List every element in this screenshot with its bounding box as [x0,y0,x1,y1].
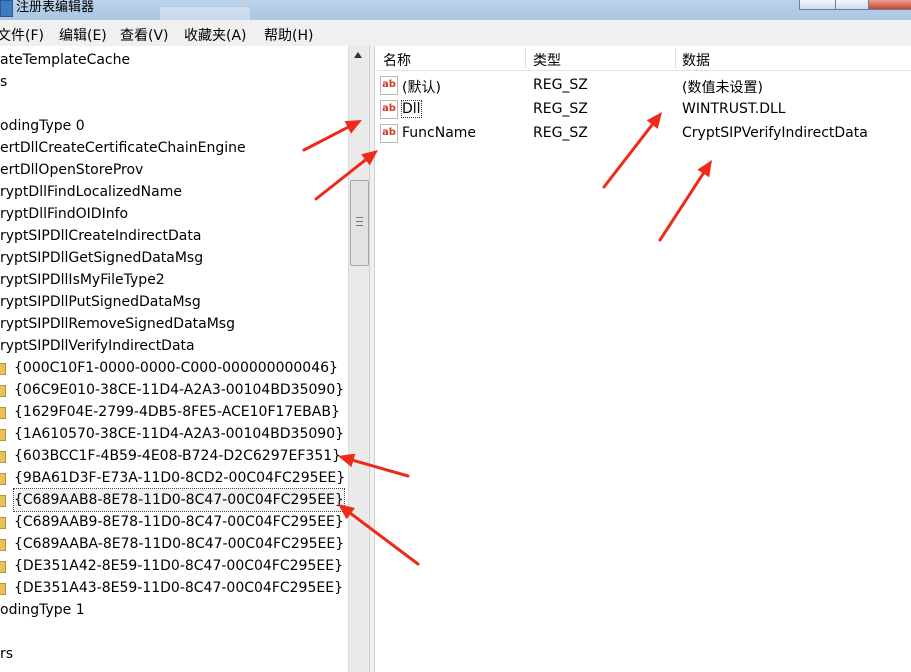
menu-edit[interactable]: 编辑(E) [59,25,107,45]
tree-item[interactable]: ertDllOpenStoreProv [0,159,143,181]
tree-item-label: {1629F04E-2799-4DB5-8FE5-ACE10F17EBAB} [14,404,340,420]
menu-favorites[interactable]: 收藏夹(A) [184,25,247,45]
folder-icon [0,539,6,551]
scrollbar-thumb[interactable] [350,180,369,266]
value-data: (数值未设置) [682,80,763,96]
close-button[interactable] [868,0,911,10]
value-name: FuncName [402,125,477,141]
tree-item[interactable]: ryptDllFindLocalizedName [0,181,182,203]
folder-icon [0,495,6,507]
tree-item-label: rs [0,646,14,662]
tree-item-label: odingType 0 [0,118,85,134]
tree-item-label: ryptSIPDllIsMyFileType2 [0,272,165,288]
tree-item[interactable]: ryptDllFindOIDInfo [0,203,128,225]
value-data: CryptSIPVerifyIndirectData [682,125,868,141]
maximize-button[interactable] [835,0,869,10]
tree-item-label: s [0,74,8,90]
tree-item[interactable]: ertDllCreateCertificateChainEngine [0,137,246,159]
tree-item[interactable]: ateTemplateCache [0,49,130,71]
tree-item[interactable]: ryptSIPDllGetSignedDataMsg [0,247,203,269]
tree-item-label: {603BCC1F-4B59-4E08-B724-D2C6297EF351} [14,448,342,464]
tree-item[interactable]: ryptSIPDllRemoveSignedDataMsg [0,313,235,335]
tree-vertical-scrollbar[interactable] [348,46,369,672]
value-name: Dll [401,100,422,118]
thumb-grip [356,225,363,226]
folder-icon [0,363,6,375]
tree-item[interactable]: odingType 0 [0,115,85,137]
value-row[interactable]: ab FuncName REG_SZ CryptSIPVerifyIndirectDa… [375,122,911,146]
folder-icon [0,407,6,419]
value-row[interactable]: ab Dll REG_SZ WINTRUST.DLL [375,98,911,122]
tree-item-label: ryptSIPDllCreateIndirectData [0,228,202,244]
tree-item[interactable]: ryptSIPDllPutSignedDataMsg [0,291,201,313]
scroll-up-arrow-icon[interactable] [354,52,362,58]
tree-item-label: ryptDllFindOIDInfo [0,206,129,222]
value-type: REG_SZ [533,125,588,141]
tree-item[interactable]: odingType 1 [0,599,85,621]
values-list: 名称 类型 数据 ab (默认) REG_SZ (数值未设置) ab Dll REG_SZ W… [375,46,911,672]
value-type: REG_SZ [533,77,588,93]
column-header-data[interactable]: 数据 [682,50,710,70]
column-divider[interactable] [675,48,676,68]
string-value-icon: ab [380,124,398,143]
folder-icon [0,473,6,485]
tree-item-label: {000C10F1-0000-0000-C000-000000000046} [14,360,338,376]
tree-item-label: ateTemplateCache [0,52,131,68]
title-bar: 注册表编辑器 [0,0,911,20]
title-bar-shadow [160,7,250,20]
value-row[interactable]: ab (默认) REG_SZ (数值未设置) [375,74,911,98]
tree-item-label: ertDllCreateCertificateChainEngine [0,140,246,156]
tree-item-label: ryptSIPDllGetSignedDataMsg [0,250,204,266]
string-value-icon: ab [380,100,398,119]
regedit-app-icon [0,0,13,17]
tree-item-label: ryptSIPDllRemoveSignedDataMsg [0,316,235,332]
window-title: 注册表编辑器 [16,0,95,15]
tree-item-label: ryptSIPDllVerifyIndirectData [0,338,195,354]
folder-icon [0,517,6,529]
column-divider[interactable] [525,48,526,68]
value-data: WINTRUST.DLL [682,101,786,117]
tree-item-label: {DE351A42-8E59-11D0-8C47-00C04FC295EE} [14,558,343,574]
tree-item-label: {1A610570-38CE-11D4-A2A3-00104BD35090} [14,426,345,442]
folder-icon [0,583,6,595]
tree-item-label: ertDllOpenStoreProv [0,162,144,178]
minimize-button[interactable] [799,0,836,10]
column-header-name[interactable]: 名称 [383,50,411,70]
tree-item-label: {DE351A43-8E59-11D0-8C47-00C04FC295EE} [14,580,343,596]
tree-item-label: {C689AAB8-8E78-11D0-8C47-00C04FC295EE} [13,488,345,512]
menu-view[interactable]: 查看(V) [120,25,169,45]
folder-icon [0,451,6,463]
tree-item-label: odingType 1 [0,602,85,618]
column-header-type[interactable]: 类型 [533,50,561,70]
tree-item[interactable]: ryptSIPDllCreateIndirectData [0,225,201,247]
tree-item[interactable]: s [0,71,7,93]
tree-item-label: ryptDllFindLocalizedName [0,184,182,200]
tree-item-label: {C689AABA-8E78-11D0-8C47-00C04FC295EE} [14,536,345,552]
folder-icon [0,561,6,573]
tree-item[interactable]: rs [0,643,13,665]
tree-item-label: {06C9E010-38CE-11D4-A2A3-00104BD35090} [14,382,345,398]
list-header: 名称 类型 数据 [375,46,911,71]
menu-help[interactable]: 帮助(H) [264,25,313,45]
string-value-icon: ab [380,76,398,95]
folder-icon [0,385,6,397]
tree-item-label: {9BA61D3F-E73A-11D0-8CD2-00C04FC295EE} [14,470,346,486]
registry-tree[interactable]: ateTemplateCache s odingType 0 ertDllCreate… [0,46,348,672]
value-name: (默认) [402,80,441,96]
tree-item[interactable]: ryptSIPDllIsMyFileType2 [0,269,165,291]
value-type: REG_SZ [533,101,588,117]
menu-file[interactable]: 文件(F) [0,25,44,45]
tree-item-label: {C689AAB9-8E78-11D0-8C47-00C04FC295EE} [14,514,344,530]
folder-icon [0,429,6,441]
tree-item-label: ryptSIPDllPutSignedDataMsg [0,294,201,310]
menu-bar: 文件(F) 编辑(E) 查看(V) 收藏夹(A) 帮助(H) [0,20,911,47]
thumb-grip [356,221,363,222]
thumb-grip [356,217,363,218]
tree-item[interactable]: ryptSIPDllVerifyIndirectData [0,335,195,357]
